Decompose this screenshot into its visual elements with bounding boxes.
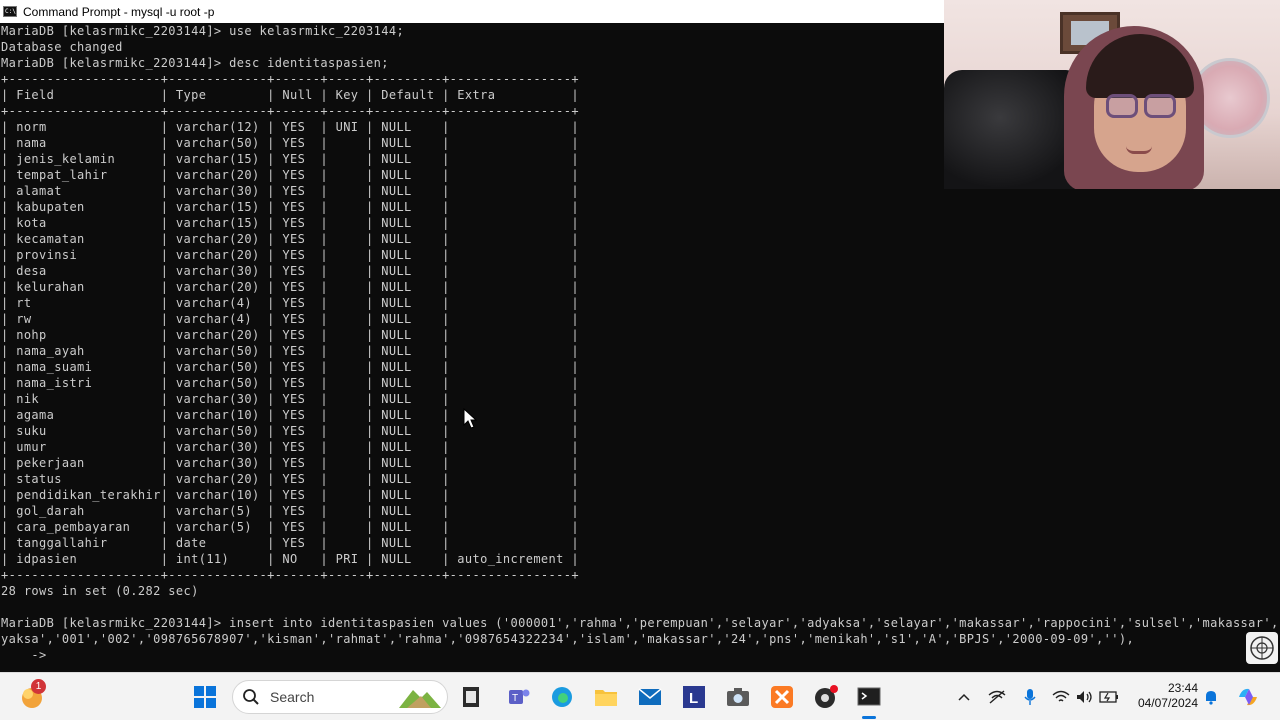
console-line: | pendidikan_terakhir| varchar(10) | YES… — [1, 488, 579, 502]
window-title: Command Prompt - mysql -u root -p — [23, 4, 215, 19]
console-line: | kabupaten | varchar(15) | YES | | NULL… — [1, 200, 579, 214]
microphone-icon[interactable] — [1018, 683, 1042, 711]
search-label: Search — [270, 689, 315, 705]
svg-text:T: T — [512, 693, 518, 704]
volume-icon[interactable] — [1073, 683, 1097, 711]
console-line: | nohp | varchar(20) | YES | | NULL | | — [1, 328, 579, 342]
console-line: | nama_ayah | varchar(50) | YES | | NULL… — [1, 344, 579, 358]
command-prompt-icon: C:\ — [3, 6, 17, 17]
console-line: | umur | varchar(30) | YES | | NULL | | — [1, 440, 579, 454]
console-line: +--------------------+-------------+----… — [1, 568, 579, 582]
webcam-overlay — [944, 0, 1280, 189]
console-line: | gol_darah | varchar(5) | YES | | NULL … — [1, 504, 579, 518]
webcam-sofa — [944, 70, 1084, 189]
console-line: -> — [1, 648, 47, 662]
console-line: | rt | varchar(4) | YES | | NULL | | — [1, 296, 579, 310]
accessibility-badge-icon[interactable] — [1246, 632, 1278, 664]
console-line: | idpasien | int(11) | NO | PRI | NULL |… — [1, 552, 579, 566]
console-line: | tanggallahir | date | YES | | NULL | | — [1, 536, 579, 550]
console-line: | provinsi | varchar(20) | YES | | NULL … — [1, 248, 579, 262]
chevron-up-icon[interactable] — [952, 683, 976, 711]
xampp-icon[interactable] — [768, 683, 796, 711]
console-line: | norm | varchar(12) | YES | UNI | NULL … — [1, 120, 579, 134]
webcam-glasses-right — [1144, 94, 1176, 118]
start-icon[interactable] — [191, 683, 219, 711]
console-line: MariaDB [kelasrmikc_2203144]> insert int… — [1, 616, 1280, 630]
console-line: | nik | varchar(30) | YES | | NULL | | — [1, 392, 579, 406]
taskbar: 1 Search T L 23:44 04/07/2024 — [0, 672, 1280, 720]
console-line: yaksa','001','002','098765678907','kisma… — [1, 632, 1135, 646]
bell-icon[interactable] — [1199, 683, 1223, 711]
taskbar-search-box[interactable]: Search — [232, 680, 448, 714]
console-line: Database changed — [1, 40, 123, 54]
network-icon[interactable] — [985, 683, 1009, 711]
teams-icon[interactable]: T — [505, 683, 533, 711]
console-line: | jenis_kelamin | varchar(15) | YES | | … — [1, 152, 579, 166]
mouse-cursor-icon — [463, 408, 477, 429]
svg-text:L: L — [689, 690, 698, 707]
console-line: | nama_istri | varchar(50) | YES | | NUL… — [1, 376, 579, 390]
edge-icon[interactable] — [548, 683, 576, 711]
console-line: | cara_pembayaran | varchar(5) | YES | |… — [1, 520, 579, 534]
clock-date: 04/07/2024 — [1137, 696, 1198, 710]
console-line: | Field | Type | Null | Key | Default | … — [1, 88, 579, 102]
file-explorer-icon[interactable] — [592, 683, 620, 711]
console-line: | nama | varchar(50) | YES | | NULL | | — [1, 136, 579, 150]
command-prompt-taskbar-icon[interactable] — [855, 683, 883, 711]
l-app-icon[interactable]: L — [680, 683, 708, 711]
battery-icon[interactable] — [1097, 683, 1121, 711]
wifi-icon[interactable] — [1049, 683, 1073, 711]
search-icon — [243, 689, 259, 705]
console-line: | alamat | varchar(30) | YES | | NULL | … — [1, 184, 579, 198]
console-line: | kelurahan | varchar(20) | YES | | NULL… — [1, 280, 579, 294]
webcam-glasses-left — [1106, 94, 1138, 118]
console-line: | tempat_lahir | varchar(20) | YES | | N… — [1, 168, 579, 182]
console-line: | kecamatan | varchar(20) | YES | | NULL… — [1, 232, 579, 246]
console-line: | agama | varchar(10) | YES | | NULL | | — [1, 408, 579, 422]
clock-time: 23:44 — [1167, 681, 1198, 695]
copilot-icon[interactable] — [1234, 683, 1262, 711]
console-line: | desa | varchar(30) | YES | | NULL | | — [1, 264, 579, 278]
console-line: | kota | varchar(15) | YES | | NULL | | — [1, 216, 579, 230]
active-app-indicator — [862, 716, 876, 719]
console-line: +--------------------+-------------+----… — [1, 104, 579, 118]
search-highlight-icon — [399, 690, 441, 708]
camera-icon[interactable] — [724, 683, 752, 711]
obs-icon[interactable] — [812, 683, 840, 711]
widgets-notification-badge: 1 — [31, 679, 46, 694]
console-line: | status | varchar(20) | YES | | NULL | … — [1, 472, 579, 486]
console-line: +--------------------+-------------+----… — [1, 72, 579, 86]
webcam-person-mouth — [1126, 146, 1152, 154]
console-line: | rw | varchar(4) | YES | | NULL | | — [1, 312, 579, 326]
console-line: MariaDB [kelasrmikc_2203144]> desc ident… — [1, 56, 389, 70]
mail-icon[interactable] — [636, 683, 664, 711]
system-clock[interactable]: 23:44 04/07/2024 — [1130, 681, 1198, 711]
file-icon[interactable] — [457, 683, 485, 711]
console-line: | suku | varchar(50) | YES | | NULL | | — [1, 424, 579, 438]
console-line: | nama_suami | varchar(50) | YES | | NUL… — [1, 360, 579, 374]
console-line: 28 rows in set (0.282 sec) — [1, 584, 199, 598]
console-line: MariaDB [kelasrmikc_2203144]> use kelasr… — [1, 24, 405, 38]
console-line: | pekerjaan | varchar(30) | YES | | NULL… — [1, 456, 579, 470]
